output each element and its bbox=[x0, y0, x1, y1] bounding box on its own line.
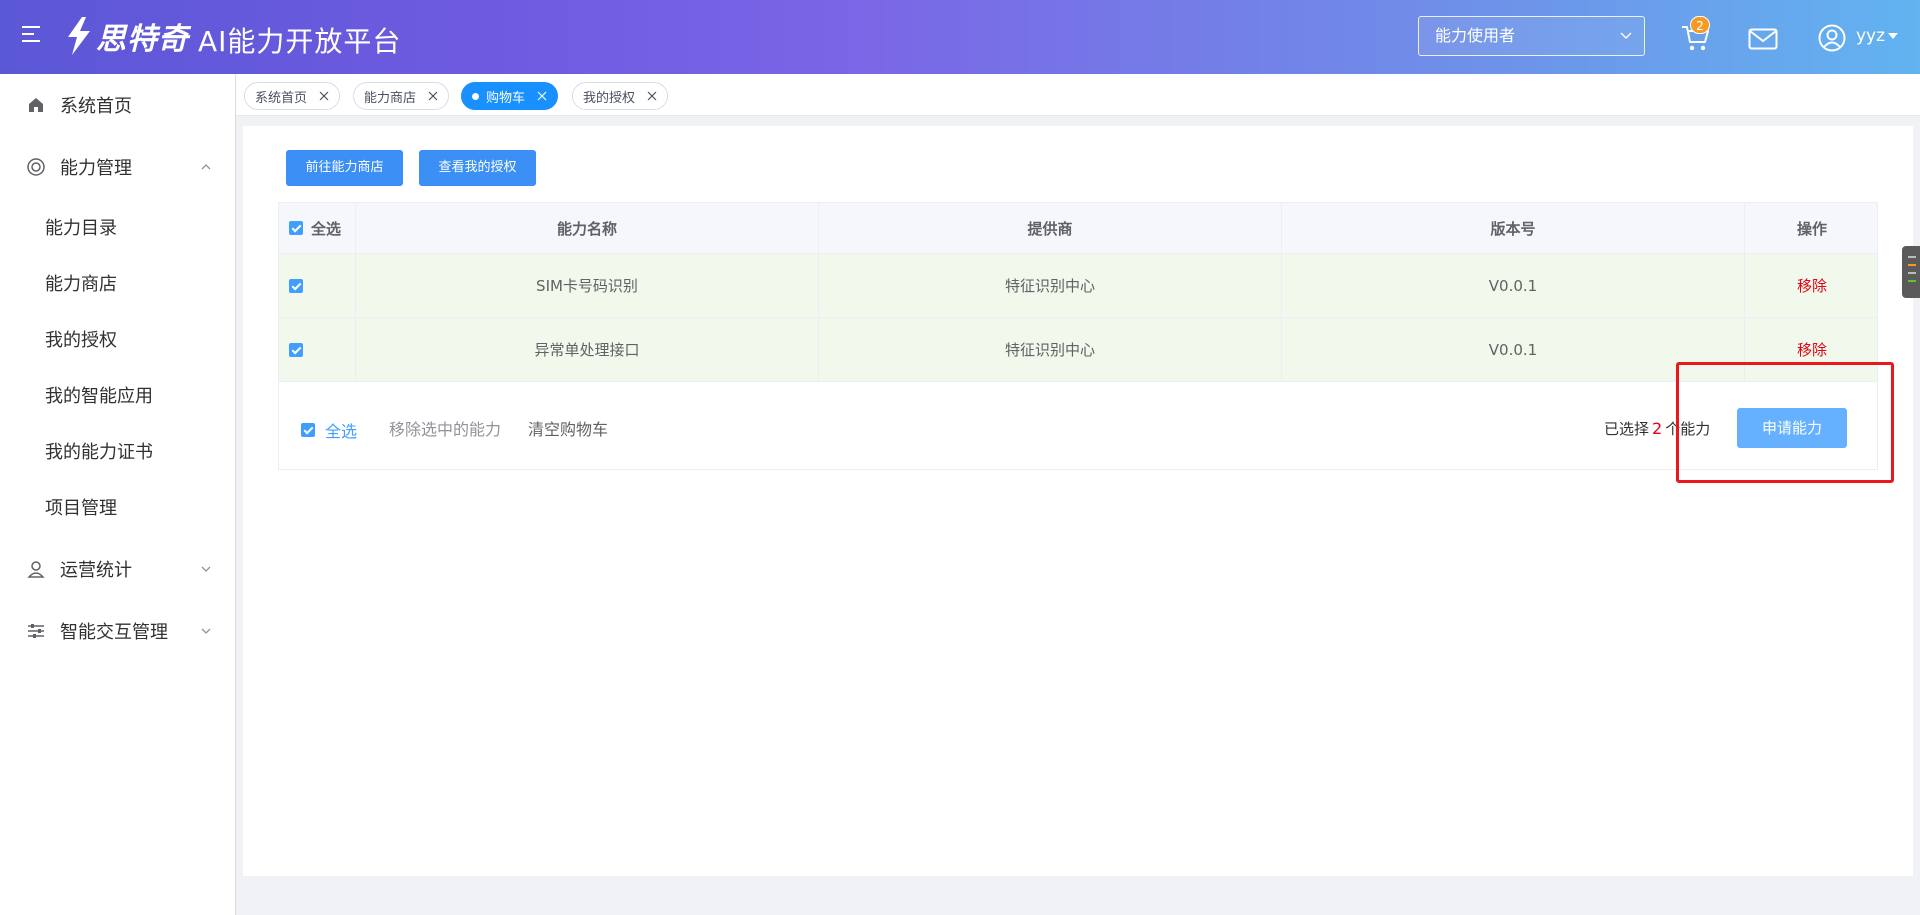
role-select-value: 能力使用者 bbox=[1435, 26, 1516, 45]
table-header: 全选 能力名称 提供商 版本号 操作 bbox=[278, 202, 1878, 254]
action-cell: 移除 bbox=[1745, 254, 1879, 317]
user-name[interactable]: yyz bbox=[1856, 26, 1885, 46]
close-icon[interactable] bbox=[537, 91, 547, 101]
cart-count-badge: 2 bbox=[1690, 16, 1710, 34]
sidebar-item-label: 能力管理 bbox=[60, 158, 132, 179]
remove-link[interactable]: 移除 bbox=[1797, 275, 1827, 296]
sidebar-item-operation-stats[interactable]: 运营统计 bbox=[0, 544, 236, 594]
column-header-name: 能力名称 bbox=[356, 203, 819, 253]
sliders-icon bbox=[28, 624, 44, 638]
sidebar-item-label: 运营统计 bbox=[60, 560, 132, 581]
sidebar-item-capability-management[interactable]: 能力管理 bbox=[0, 142, 236, 192]
logo-text: 思特奇 bbox=[96, 22, 189, 57]
main-content: 前往能力商店 查看我的授权 全选 能力名称 提供商 版本号 操作 SIM卡号码识… bbox=[243, 126, 1913, 876]
table-row: SIM卡号码识别 特征识别中心 V0.0.1 移除 bbox=[278, 254, 1878, 318]
chevron-down-icon bbox=[201, 628, 211, 634]
column-header-version: 版本号 bbox=[1282, 203, 1745, 253]
select-all-checkbox[interactable] bbox=[289, 221, 303, 235]
clear-cart-button[interactable]: 清空购物车 bbox=[528, 416, 608, 440]
row-checkbox[interactable] bbox=[289, 278, 303, 293]
logo-bolt-icon bbox=[68, 17, 90, 55]
remove-selected-button[interactable]: 移除选中的能力 bbox=[389, 416, 501, 440]
active-dot-icon bbox=[472, 92, 479, 100]
tab-label: 我的授权 bbox=[583, 90, 636, 106]
sidebar-item-label: 系统首页 bbox=[60, 96, 132, 117]
ring-icon bbox=[27, 158, 45, 176]
sidebar-item-my-certificates[interactable]: 我的能力证书 bbox=[0, 428, 236, 478]
sidebar-item-my-smart-apps[interactable]: 我的智能应用 bbox=[0, 372, 236, 422]
tab-cart[interactable]: 购物车 bbox=[461, 82, 559, 110]
go-store-button[interactable]: 前往能力商店 bbox=[286, 150, 403, 186]
selected-count: 2 bbox=[1652, 419, 1663, 438]
sidebar-item-capability-store[interactable]: 能力商店 bbox=[0, 260, 236, 310]
sidebar-item-my-authorization[interactable]: 我的授权 bbox=[0, 316, 236, 366]
sidebar-item-interaction-management[interactable]: 智能交互管理 bbox=[0, 606, 236, 656]
capability-name: 异常单处理接口 bbox=[356, 318, 819, 381]
close-icon[interactable] bbox=[428, 91, 438, 101]
footer-select-all-label: 全选 bbox=[325, 422, 358, 441]
tab-home[interactable]: 系统首页 bbox=[244, 82, 341, 110]
sidebar: 系统首页 能力管理 能力目录 能力商店 我的授权 我的智能应用 我的能力证书 项… bbox=[0, 74, 236, 915]
side-floating-widget[interactable] bbox=[1902, 246, 1920, 298]
mail-icon[interactable] bbox=[1748, 28, 1778, 50]
row-select-cell[interactable] bbox=[279, 254, 356, 317]
user-stats-icon bbox=[27, 561, 45, 578]
logo: 思特奇 bbox=[64, 16, 189, 57]
select-all-header[interactable]: 全选 bbox=[279, 203, 356, 253]
platform-title: AI能力开放平台 bbox=[198, 25, 402, 58]
chevron-down-icon bbox=[1620, 32, 1632, 39]
tab-label: 系统首页 bbox=[255, 90, 308, 106]
view-authorization-button[interactable]: 查看我的授权 bbox=[419, 150, 536, 186]
selected-prefix: 已选择 bbox=[1604, 420, 1650, 438]
provider: 特征识别中心 bbox=[819, 318, 1282, 381]
provider: 特征识别中心 bbox=[819, 254, 1282, 317]
user-avatar-icon[interactable] bbox=[1818, 24, 1846, 52]
chevron-up-icon bbox=[201, 164, 211, 170]
chevron-down-icon bbox=[201, 566, 211, 572]
close-icon[interactable] bbox=[647, 91, 657, 101]
select-all-label: 全选 bbox=[311, 219, 342, 238]
footer-select-all[interactable]: 全选 bbox=[301, 418, 357, 442]
content-bottom-strip bbox=[236, 876, 1920, 915]
table-row: 异常单处理接口 特征识别中心 V0.0.1 移除 bbox=[278, 318, 1878, 382]
footer-select-all-checkbox[interactable] bbox=[301, 423, 315, 437]
sidebar-item-home[interactable]: 系统首页 bbox=[0, 80, 236, 130]
sidebar-item-capability-catalog[interactable]: 能力目录 bbox=[0, 204, 236, 254]
column-header-action: 操作 bbox=[1796, 219, 1827, 238]
tab-label: 购物车 bbox=[486, 90, 526, 106]
tab-capability-store[interactable]: 能力商店 bbox=[353, 82, 450, 110]
tab-label: 能力商店 bbox=[364, 90, 417, 106]
row-checkbox[interactable] bbox=[289, 342, 303, 357]
caret-down-icon[interactable] bbox=[1888, 33, 1898, 39]
column-header-provider: 提供商 bbox=[819, 203, 1282, 253]
annotation-highlight-box bbox=[1676, 362, 1894, 483]
home-icon bbox=[29, 98, 43, 112]
cart-footer: 全选 移除选中的能力 清空购物车 已选择 2 个能力 申请能力 bbox=[278, 382, 1878, 470]
role-select[interactable]: 能力使用者 bbox=[1418, 16, 1645, 56]
row-select-cell[interactable] bbox=[279, 318, 356, 381]
capability-name: SIM卡号码识别 bbox=[356, 254, 819, 317]
sidebar-item-project-management[interactable]: 项目管理 bbox=[0, 484, 236, 534]
tab-my-authorization[interactable]: 我的授权 bbox=[572, 82, 669, 110]
close-icon[interactable] bbox=[319, 91, 329, 101]
version: V0.0.1 bbox=[1282, 254, 1745, 317]
sidebar-item-label: 智能交互管理 bbox=[60, 622, 168, 643]
menu-toggle-icon[interactable] bbox=[22, 26, 48, 50]
remove-link[interactable]: 移除 bbox=[1797, 339, 1827, 360]
tabs-bar: 系统首页 能力商店 购物车 我的授权 bbox=[236, 74, 1920, 116]
top-header: 思特奇 AI能力开放平台 能力使用者 2 yyz bbox=[0, 0, 1920, 74]
